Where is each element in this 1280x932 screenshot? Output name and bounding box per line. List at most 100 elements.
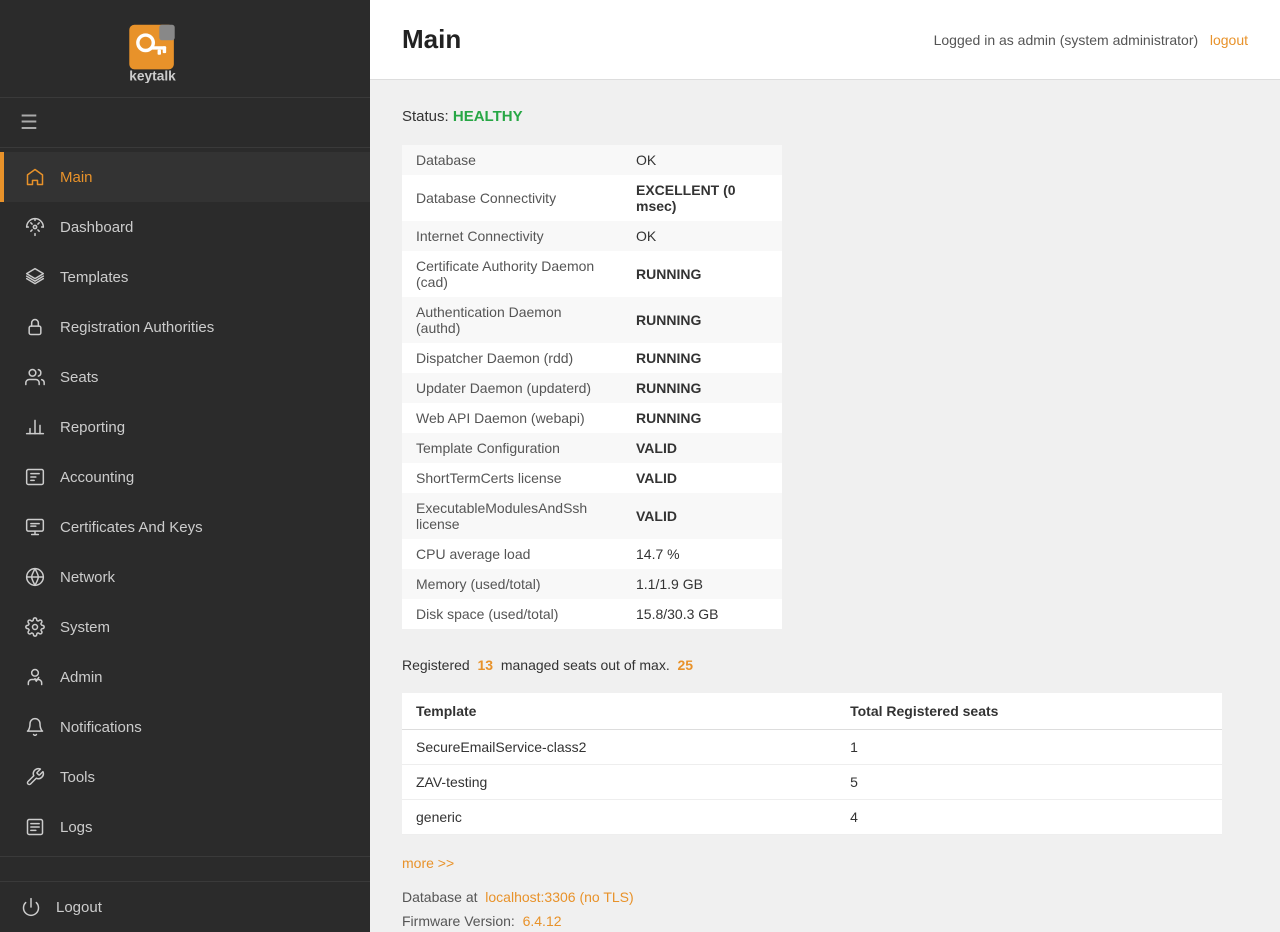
status-row-label: ExecutableModulesAndSsh license [402,493,622,539]
sidebar: keytalk ☰ Main Dashboard Templates [0,0,370,932]
nav-items: Main Dashboard Templates Registration Au… [0,148,370,932]
sidebar-item-certs-label: Certificates And Keys [60,519,203,536]
seats-row-template: ZAV-testing [402,765,836,800]
status-row-label: Template Configuration [402,433,622,463]
svg-text:keytalk: keytalk [129,69,176,84]
status-row-value: EXCELLENT (0 msec) [622,175,782,221]
status-row-label: Database [402,145,622,175]
logo: keytalk [125,18,245,83]
table-row: SecureEmailService-class21 [402,730,1222,765]
dashboard-icon [24,216,46,238]
registered-prefix: Registered [402,657,470,673]
sidebar-item-network-label: Network [60,569,115,586]
sidebar-item-notifications-label: Notifications [60,719,142,736]
sidebar-item-tools-label: Tools [60,769,95,786]
status-value: HEALTHY [453,108,523,125]
status-row-label: CPU average load [402,539,622,569]
seats-row-template: generic [402,800,836,835]
sidebar-item-templates-label: Templates [60,269,128,286]
admin-icon [24,666,46,688]
status-row-value: VALID [622,463,782,493]
status-row-value: 14.7 % [622,539,782,569]
sidebar-item-tools[interactable]: Tools [0,752,370,802]
status-row-value: RUNNING [622,251,782,297]
sidebar-item-registration-authorities[interactable]: Registration Authorities [0,302,370,352]
logs-icon [24,816,46,838]
sidebar-item-seats[interactable]: Seats [0,352,370,402]
table-row: ZAV-testing5 [402,765,1222,800]
status-row-label: Memory (used/total) [402,569,622,599]
accounting-icon [24,466,46,488]
header-logout-link[interactable]: logout [1210,32,1248,48]
sidebar-item-logs[interactable]: Logs [0,802,370,852]
sidebar-item-main[interactable]: Main [0,152,370,202]
sidebar-item-system[interactable]: System [0,602,370,652]
status-line: Status: HEALTHY [402,108,1248,125]
main-content: Main Logged in as admin (system administ… [370,0,1280,932]
lock-icon [24,316,46,338]
status-row-label: Internet Connectivity [402,221,622,251]
status-row-label: Authentication Daemon (authd) [402,297,622,343]
chart-icon [24,416,46,438]
sidebar-item-admin[interactable]: Admin [0,652,370,702]
registered-line: Registered 13 managed seats out of max. … [402,657,1248,673]
sidebar-item-templates[interactable]: Templates [0,252,370,302]
logo-area: keytalk [0,0,370,98]
status-row-value: OK [622,145,782,175]
status-row-value: RUNNING [622,373,782,403]
network-icon [24,566,46,588]
certificate-icon [24,516,46,538]
tools-icon [24,766,46,788]
logout-item[interactable]: Logout [20,896,350,918]
logout-area[interactable]: Logout [0,881,370,932]
seats-row-count: 4 [836,800,1222,835]
status-row-value: VALID [622,493,782,539]
status-row-value: RUNNING [622,403,782,433]
status-row-value: RUNNING [622,297,782,343]
power-icon [20,896,42,918]
gear-icon [24,616,46,638]
status-row-value: VALID [622,433,782,463]
status-row-label: Updater Daemon (updaterd) [402,373,622,403]
seats-row-count: 1 [836,730,1222,765]
page-title: Main [402,24,461,55]
status-table: DatabaseOKDatabase ConnectivityEXCELLENT… [402,145,782,629]
status-prefix: Status: [402,108,449,125]
status-row-value: RUNNING [622,343,782,373]
seats-table-header-seats: Total Registered seats [836,693,1222,730]
status-row-value: OK [622,221,782,251]
registered-middle: managed seats out of max. [501,657,670,673]
firmware-line: Firmware Version: 6.4.12 [402,913,1248,929]
sidebar-item-admin-label: Admin [60,669,103,686]
sidebar-item-main-label: Main [60,169,93,186]
sidebar-item-network[interactable]: Network [0,552,370,602]
sidebar-item-logs-label: Logs [60,819,93,836]
sidebar-item-system-label: System [60,619,110,636]
firmware-prefix: Firmware Version: [402,913,515,929]
seats-row-template: SecureEmailService-class2 [402,730,836,765]
registered-count: 13 [477,657,493,673]
db-prefix: Database at [402,889,478,905]
sidebar-item-reg-auth-label: Registration Authorities [60,319,214,336]
sidebar-item-dashboard[interactable]: Dashboard [0,202,370,252]
sidebar-item-certificates-and-keys[interactable]: Certificates And Keys [0,502,370,552]
seats-table-header-template: Template [402,693,836,730]
status-row-value: 15.8/30.3 GB [622,599,782,629]
sidebar-item-dashboard-label: Dashboard [60,219,133,236]
registered-max: 25 [678,657,694,673]
user-info: Logged in as admin (system administrator… [934,32,1248,48]
hamburger-icon[interactable]: ☰ [20,112,38,134]
seats-row-count: 5 [836,765,1222,800]
people-icon [24,366,46,388]
layers-icon [24,266,46,288]
sidebar-item-accounting[interactable]: Accounting [0,452,370,502]
db-link: localhost:3306 (no TLS) [485,889,633,905]
status-row-label: Certificate Authority Daemon (cad) [402,251,622,297]
sidebar-item-notifications[interactable]: Notifications [0,702,370,752]
sidebar-item-reporting-label: Reporting [60,419,125,436]
status-row-label: ShortTermCerts license [402,463,622,493]
more-link[interactable]: more >> [402,855,454,871]
sidebar-item-seats-label: Seats [60,369,98,386]
hamburger-area[interactable]: ☰ [0,98,370,148]
sidebar-item-reporting[interactable]: Reporting [0,402,370,452]
